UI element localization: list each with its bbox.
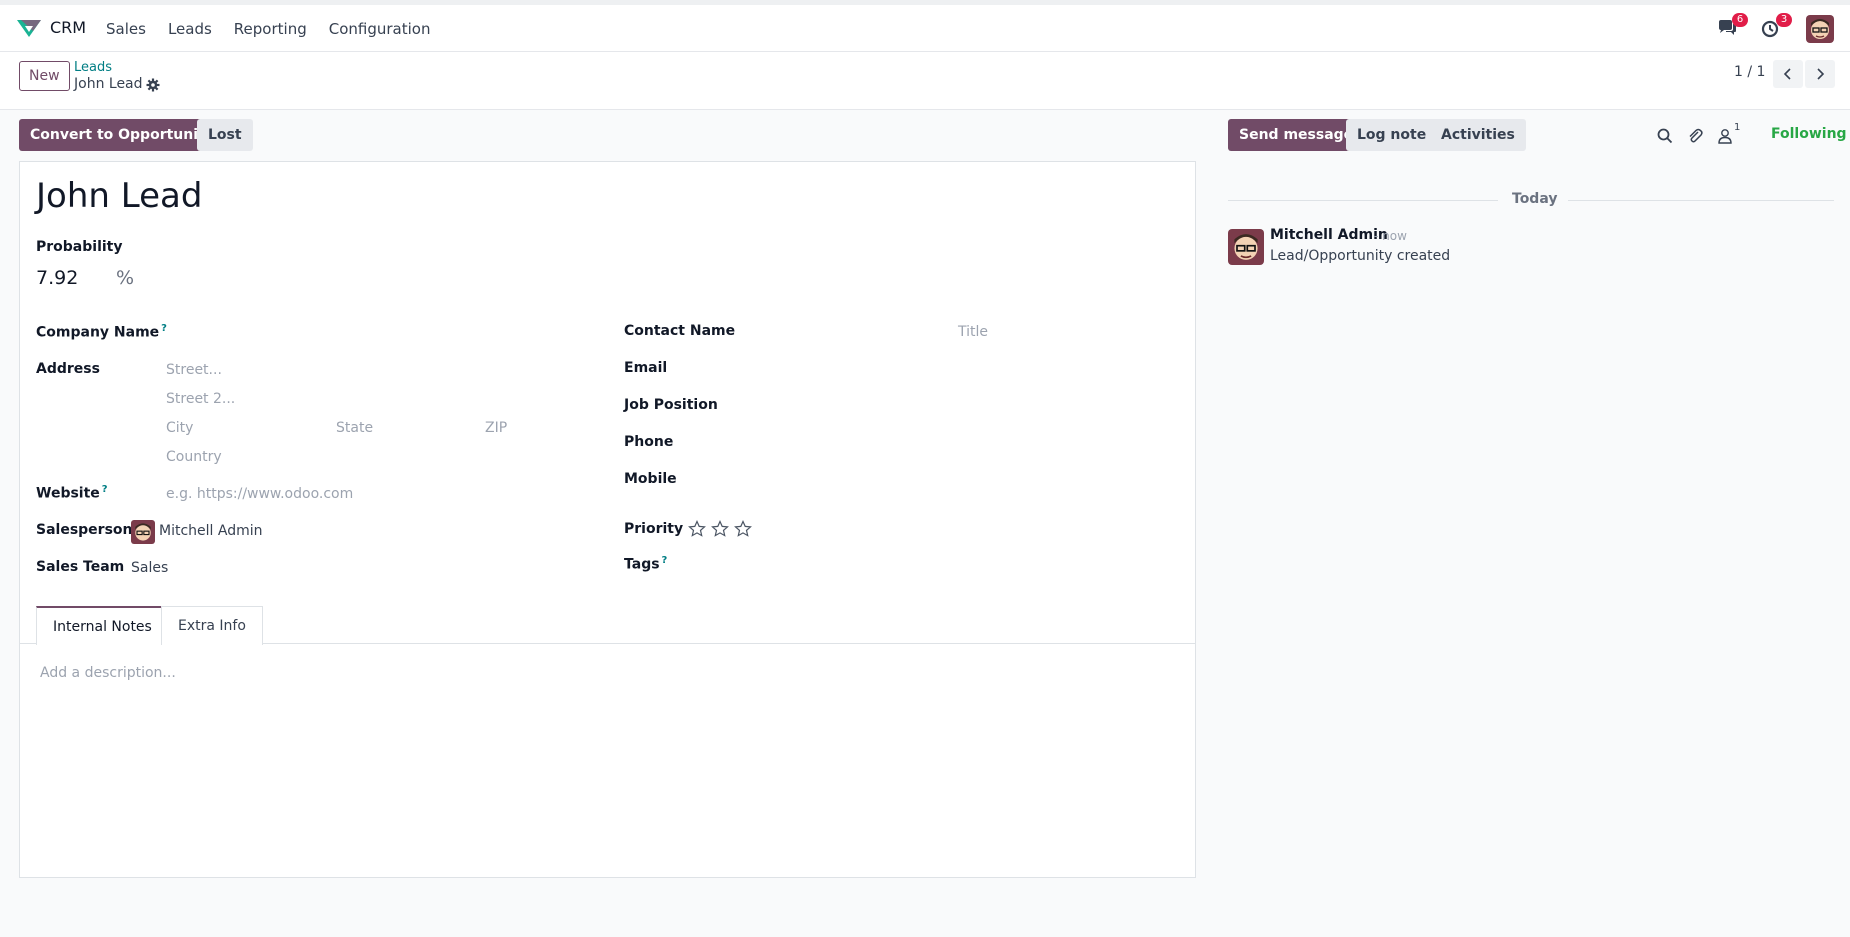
priority-star-icon[interactable] (688, 520, 706, 538)
salesperson-input[interactable]: Mitchell Admin (159, 523, 263, 539)
user-avatar[interactable] (1806, 15, 1834, 43)
user-avatar-icon (1806, 15, 1834, 43)
paperclip-icon[interactable] (1686, 127, 1704, 145)
user-avatar-icon (131, 520, 155, 544)
new-button[interactable]: New (19, 61, 70, 91)
website-input[interactable]: e.g. https://www.odoo.com (166, 486, 353, 502)
help-tooltip-icon[interactable]: ? (161, 323, 167, 334)
user-avatar-icon (1228, 229, 1264, 265)
breadcrumb-leads[interactable]: Leads (74, 60, 112, 75)
street-input[interactable]: Street... (166, 362, 222, 378)
chevron-left-icon (1783, 68, 1791, 80)
following-button[interactable]: Following (1771, 126, 1847, 142)
navbar: CRM Sales Leads Reporting Configuration … (0, 5, 1850, 52)
menu-sales[interactable]: Sales (106, 20, 146, 38)
salesperson-avatar (131, 520, 155, 544)
breadcrumb-current: John Lead (74, 76, 143, 92)
pager-previous-button[interactable] (1773, 60, 1803, 88)
tab-extra-info[interactable]: Extra Info (161, 606, 263, 645)
email-label: Email (624, 360, 668, 376)
job-position-label: Job Position (624, 397, 718, 413)
pager-value[interactable]: 1 / 1 (1734, 64, 1765, 80)
gear-icon[interactable] (146, 78, 160, 92)
sales-team-input[interactable]: Sales (131, 560, 168, 576)
tags-label: Tags? (624, 555, 668, 573)
website-label: Website? (36, 484, 108, 502)
control-panel: New Leads John Lead 1 / 1 (0, 52, 1850, 110)
help-tooltip-icon[interactable]: ? (662, 555, 668, 566)
activities-badge: 3 (1776, 13, 1792, 27)
mobile-label: Mobile (624, 471, 677, 487)
followers-button[interactable] (1716, 125, 1746, 147)
priority-label: Priority (624, 521, 684, 537)
phone-label: Phone (624, 434, 674, 450)
crm-logo-icon[interactable] (16, 17, 42, 39)
lead-title[interactable]: John Lead (36, 176, 202, 216)
chevron-right-icon (1817, 68, 1825, 80)
search-icon[interactable] (1656, 127, 1674, 145)
send-message-button[interactable]: Send message (1228, 119, 1365, 151)
date-separator: Today (1512, 191, 1558, 207)
sales-team-label: Sales Team (36, 559, 125, 575)
zip-input[interactable]: ZIP (485, 420, 507, 436)
messages-button[interactable]: 6 (1716, 13, 1748, 41)
probability-unit: % (116, 267, 135, 289)
date-divider-right (1568, 200, 1834, 201)
main-menu: Sales Leads Reporting Configuration (106, 5, 452, 52)
probability-label: Probability (36, 239, 123, 255)
form-sheet: John Lead Probability 7.92 % Company Nam… (19, 161, 1196, 878)
address-label: Address (36, 361, 100, 377)
menu-leads[interactable]: Leads (168, 20, 212, 38)
pager-next-button[interactable] (1805, 60, 1835, 88)
salesperson-label: Salesperson (36, 522, 133, 538)
probability-input[interactable]: 7.92 (36, 267, 78, 289)
tab-internal-notes[interactable]: Internal Notes (36, 606, 169, 645)
message-author-avatar[interactable] (1228, 229, 1264, 265)
date-divider-left (1228, 200, 1498, 201)
lost-button[interactable]: Lost (197, 119, 253, 151)
country-input[interactable]: Country (166, 449, 222, 465)
activities-button-chatter[interactable]: Activities (1430, 119, 1526, 151)
company-name-label: Company Name? (36, 323, 167, 341)
activities-button[interactable]: 3 (1760, 13, 1792, 41)
message-body: Lead/Opportunity created (1270, 248, 1451, 264)
priority-star-icon[interactable] (711, 520, 729, 538)
app-name[interactable]: CRM (50, 18, 86, 37)
message-author[interactable]: Mitchell Admin (1270, 227, 1388, 243)
menu-reporting[interactable]: Reporting (234, 20, 307, 38)
convert-to-opportunity-button[interactable]: Convert to Opportunity (19, 119, 225, 151)
log-note-button[interactable]: Log note (1346, 119, 1438, 151)
followers-count: 1 (1734, 122, 1741, 133)
title-input[interactable]: Title (958, 324, 988, 340)
message-time: - now (1374, 229, 1407, 243)
notebook-tabs: Internal Notes Extra Info (20, 606, 1195, 645)
contact-name-label: Contact Name (624, 323, 736, 339)
help-tooltip-icon[interactable]: ? (102, 484, 108, 495)
street2-input[interactable]: Street 2... (166, 391, 235, 407)
state-input[interactable]: State (336, 420, 373, 436)
user-outline-icon (1718, 129, 1732, 144)
messages-badge: 6 (1732, 13, 1748, 27)
menu-configuration[interactable]: Configuration (329, 20, 431, 38)
description-editor[interactable]: Add a description... (40, 665, 176, 681)
priority-star-icon[interactable] (734, 520, 752, 538)
city-input[interactable]: City (166, 420, 193, 436)
